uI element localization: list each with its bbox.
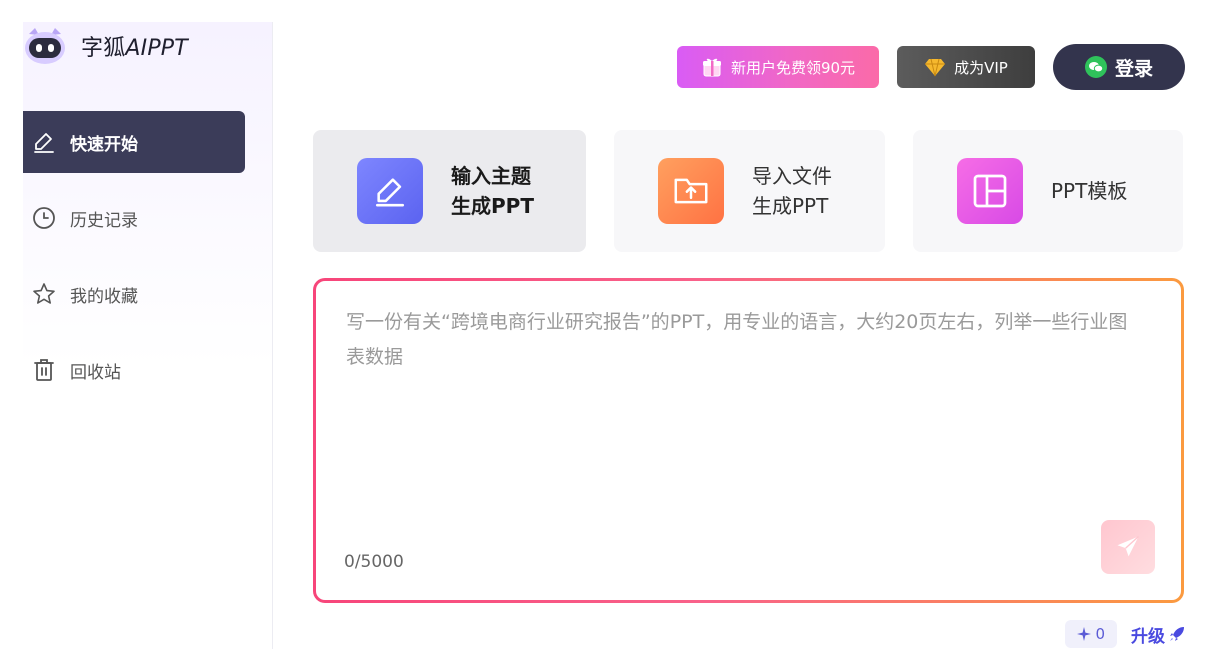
- upgrade-label: 升级: [1131, 626, 1165, 647]
- brand-suffix: AIPPT: [125, 36, 188, 61]
- gift-label: 新用户免费领90元: [730, 58, 856, 77]
- mode-card-import-file[interactable]: 导入文件 生成PPT: [614, 130, 885, 252]
- rocket-icon: [1169, 626, 1185, 642]
- main-content: 新用户免费领90元 成为VIP 登录 输入主题 生成PPT 导入文件 生成PPT…: [273, 22, 1185, 649]
- diamond-icon: [924, 57, 946, 77]
- sidebar: 字狐AIPPT 快速开始 历史记录 我的收藏 回收站: [23, 22, 273, 649]
- prompt-editor-frame: 写一份有关“跨境电商行业研究报告”的PPT，用专业的语言，大约20页左右，列举一…: [313, 278, 1184, 603]
- mode-card-line2: 生成PPT: [752, 194, 829, 218]
- brand-prefix: 字狐: [81, 36, 126, 61]
- credits-badge[interactable]: 0: [1065, 620, 1117, 648]
- vip-label: 成为VIP: [954, 58, 1008, 77]
- clock-icon: [32, 206, 56, 230]
- send-icon: [1114, 533, 1142, 561]
- sidebar-item-quick-start[interactable]: 快速开始: [23, 111, 245, 173]
- trash-icon: [32, 358, 56, 382]
- app-window: 字狐AIPPT 快速开始 历史记录 我的收藏 回收站 新用户免费领90元 成为V…: [23, 22, 1185, 649]
- sparkle-icon: [1077, 627, 1092, 641]
- sidebar-item-favorites[interactable]: 我的收藏: [23, 263, 245, 325]
- mode-card-label: PPT模板: [1051, 176, 1127, 206]
- prompt-placeholder: 写一份有关“跨境电商行业研究报告”的PPT，用专业的语言，大约20页左右，列举一…: [346, 311, 1128, 368]
- mode-card-line1: 输入主题: [451, 164, 531, 188]
- login-button[interactable]: 登录: [1053, 44, 1185, 90]
- sidebar-item-label: 我的收藏: [70, 286, 138, 307]
- mode-card-topic[interactable]: 输入主题 生成PPT: [313, 130, 586, 252]
- mode-card-label: 导入文件 生成PPT: [752, 161, 832, 221]
- credits-count: 0: [1095, 625, 1105, 643]
- mode-card-line2: 生成PPT: [451, 194, 534, 218]
- fox-robot-logo-icon: [23, 26, 67, 66]
- mode-card-line1: 导入文件: [752, 164, 832, 188]
- pen-icon: [357, 158, 423, 224]
- gift-icon: [701, 56, 723, 78]
- login-label: 登录: [1114, 57, 1153, 80]
- upload-folder-icon: [658, 158, 724, 224]
- send-button[interactable]: [1101, 520, 1155, 574]
- sidebar-item-label: 历史记录: [70, 210, 138, 231]
- char-counter: 0/5000: [344, 552, 404, 572]
- sidebar-item-label: 回收站: [70, 362, 121, 383]
- mode-card-line1: PPT模板: [1051, 179, 1128, 203]
- top-bar: 新用户免费领90元 成为VIP 登录: [677, 44, 1185, 90]
- mode-cards: 输入主题 生成PPT 导入文件 生成PPT PPT模板: [313, 130, 1183, 252]
- become-vip-button[interactable]: 成为VIP: [897, 46, 1035, 88]
- sidebar-item-history[interactable]: 历史记录: [23, 187, 245, 249]
- wechat-icon: [1084, 56, 1107, 78]
- prompt-editor[interactable]: 写一份有关“跨境电商行业研究报告”的PPT，用专业的语言，大约20页左右，列举一…: [316, 281, 1181, 600]
- mode-card-label: 输入主题 生成PPT: [451, 161, 534, 221]
- sidebar-item-label: 快速开始: [70, 134, 138, 155]
- bottom-bar: 0 升级: [1065, 620, 1185, 648]
- sidebar-nav: 快速开始 历史记录 我的收藏 回收站: [23, 111, 245, 415]
- brand-logo[interactable]: 字狐AIPPT: [23, 26, 188, 66]
- star-icon: [32, 282, 56, 306]
- upgrade-link[interactable]: 升级: [1131, 622, 1185, 647]
- brand-name: 字狐AIPPT: [81, 30, 188, 62]
- mode-card-templates[interactable]: PPT模板: [913, 130, 1183, 252]
- template-grid-icon: [957, 158, 1023, 224]
- sidebar-item-trash[interactable]: 回收站: [23, 339, 245, 401]
- pen-icon: [32, 130, 56, 154]
- new-user-gift-button[interactable]: 新用户免费领90元: [677, 46, 879, 88]
